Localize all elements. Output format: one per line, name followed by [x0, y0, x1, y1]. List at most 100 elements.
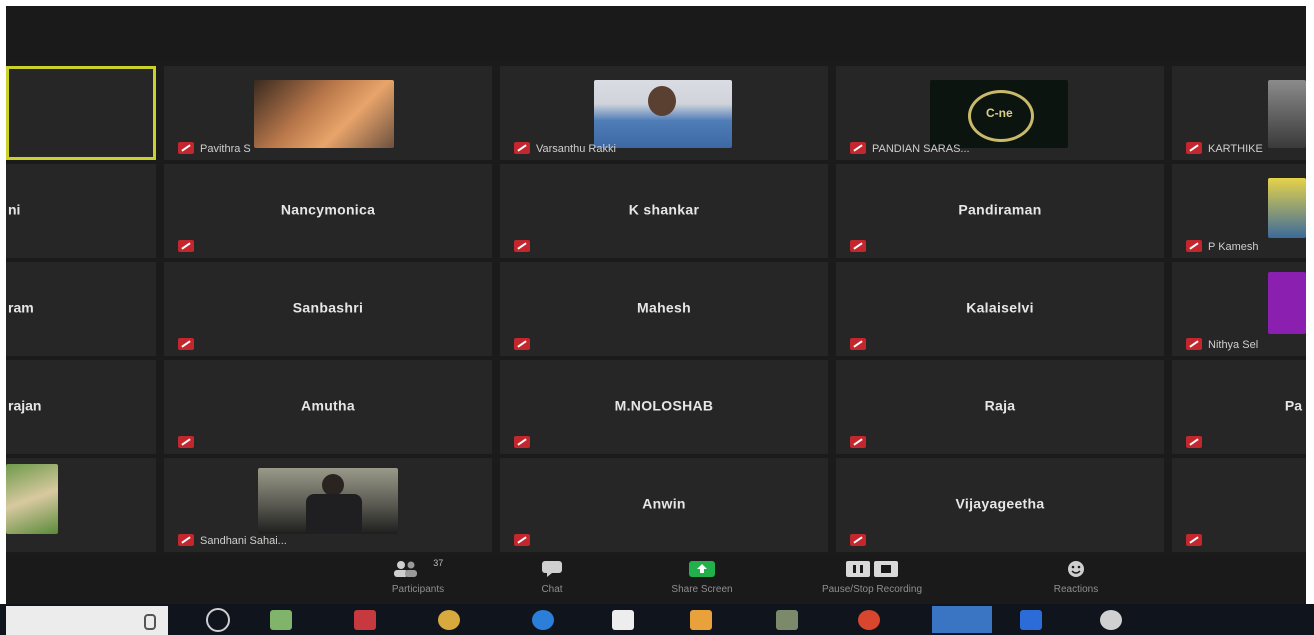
participant-tile[interactable] [1172, 458, 1306, 552]
participant-tile[interactable]: rajan [6, 360, 156, 454]
participant-video [6, 464, 58, 534]
muted-mic-icon [514, 240, 530, 252]
participant-name: K shankar [628, 201, 700, 218]
participant-tile[interactable]: Pandiraman [836, 164, 1164, 258]
participant-name: P Kamesh [1208, 241, 1259, 253]
share-screen-icon [642, 560, 762, 578]
participant-tile[interactable] [6, 458, 156, 552]
edge-icon[interactable] [532, 610, 554, 630]
app-icon[interactable] [354, 610, 376, 630]
app-icon[interactable] [1100, 610, 1122, 630]
meeting-controls-toolbar: 37 Participants Chat Share Screen Pause/… [6, 554, 1306, 604]
participant-name: Nithya Sel [1208, 339, 1259, 351]
participants-count: 37 [433, 558, 444, 568]
participant-name: Kalaiselvi [966, 299, 1034, 316]
share-screen-button[interactable]: Share Screen [642, 560, 762, 595]
participant-name: Nancymonica [280, 201, 376, 218]
participant-name: Pa [1284, 397, 1302, 414]
participant-video [594, 80, 732, 148]
participant-tile[interactable]: C-ne PANDIAN SARAS... [836, 66, 1164, 160]
zoom-taskbar-icon[interactable] [932, 606, 992, 633]
muted-mic-icon [1186, 142, 1202, 154]
participant-tile[interactable]: ram [6, 262, 156, 356]
participant-tile[interactable]: Kalaiselvi [836, 262, 1164, 356]
reactions-icon [1016, 560, 1136, 578]
participant-tile[interactable]: Varsanthu Rakki [500, 66, 828, 160]
muted-mic-icon [850, 436, 866, 448]
participant-tile[interactable]: Amutha [164, 360, 492, 454]
file-icon[interactable] [612, 610, 634, 630]
cortana-icon[interactable] [206, 608, 230, 632]
pause-stop-recording-button[interactable]: Pause/Stop Recording [792, 560, 952, 595]
muted-mic-icon [514, 534, 530, 546]
participant-name: ni [8, 201, 21, 218]
participant-tile[interactable]: Nancymonica [164, 164, 492, 258]
participant-video [1268, 272, 1306, 334]
participant-tile[interactable]: Mahesh [500, 262, 828, 356]
muted-mic-icon [1186, 534, 1202, 546]
participant-tile[interactable]: Pavithra S [164, 66, 492, 160]
participant-tile[interactable]: Sandhani Sahai... [164, 458, 492, 552]
participant-video [1268, 178, 1306, 238]
chat-label: Chat [541, 584, 563, 595]
reactions-button[interactable]: Reactions [1016, 560, 1136, 595]
participant-tile[interactable]: Raja [836, 360, 1164, 454]
muted-mic-icon [850, 338, 866, 350]
participant-tile[interactable]: P Kamesh [1172, 164, 1306, 258]
muted-mic-icon [850, 240, 866, 252]
muted-mic-icon [850, 534, 866, 546]
participant-logo-image: C-ne [930, 80, 1068, 148]
muted-mic-icon [178, 534, 194, 546]
media-icon[interactable] [858, 610, 880, 630]
participant-name: Mahesh [637, 299, 691, 316]
zoom-meeting-window: Pavithra S Varsanthu Rakki C-ne PANDIAN … [6, 6, 1306, 604]
participants-label: Participants [391, 584, 445, 595]
muted-mic-icon [1186, 436, 1202, 448]
muted-mic-icon [514, 338, 530, 350]
participant-tile-active-speaker[interactable] [6, 66, 156, 160]
participant-name: Pandiraman [958, 201, 1042, 218]
participant-tile[interactable]: M.NOLOSHAB [500, 360, 828, 454]
muted-mic-icon [1186, 240, 1202, 252]
share-screen-label: Share Screen [671, 584, 733, 595]
participant-name: KARTHIKE [1208, 143, 1263, 155]
chat-icon [492, 560, 612, 578]
muted-mic-icon [1186, 338, 1202, 350]
chat-button[interactable]: Chat [492, 560, 612, 595]
windows-taskbar [0, 604, 1314, 635]
participant-name: Varsanthu Rakki [536, 143, 616, 155]
participants-icon: 37 [358, 558, 478, 578]
participant-name: PANDIAN SARAS... [872, 143, 970, 155]
task-view-icon[interactable] [270, 610, 292, 630]
muted-mic-icon [178, 338, 194, 350]
participant-name: Sanbashri [292, 299, 364, 316]
muted-mic-icon [178, 436, 194, 448]
participant-tile[interactable]: K shankar [500, 164, 828, 258]
meeting-top-bar [6, 6, 1306, 62]
participant-tile[interactable]: Pa [1172, 360, 1306, 454]
participant-tile[interactable]: Vijayageetha [836, 458, 1164, 552]
muted-mic-icon [514, 142, 530, 154]
participant-name: Vijayageetha [955, 495, 1045, 512]
participant-tile[interactable]: ni [6, 164, 156, 258]
muted-mic-icon [178, 142, 194, 154]
pause-stop-recording-icon [792, 560, 952, 578]
chrome-icon[interactable] [438, 610, 460, 630]
participant-name: Sandhani Sahai... [200, 535, 287, 547]
file-explorer-icon[interactable] [690, 610, 712, 630]
participant-tile[interactable]: Sanbashri [164, 262, 492, 356]
participant-tile[interactable]: Nithya Sel [1172, 262, 1306, 356]
participant-name: Pavithra S [200, 143, 251, 155]
microphone-icon [144, 614, 156, 630]
muted-mic-icon [514, 436, 530, 448]
participant-tile[interactable]: Anwin [500, 458, 828, 552]
taskbar-search-box[interactable] [6, 606, 168, 635]
zoom-secondary-icon[interactable] [1020, 610, 1042, 630]
muted-mic-icon [850, 142, 866, 154]
photos-icon[interactable] [776, 610, 798, 630]
muted-mic-icon [178, 240, 194, 252]
reactions-label: Reactions [1053, 584, 1099, 595]
participants-button[interactable]: 37 Participants [358, 558, 478, 595]
participant-tile[interactable]: KARTHIKE [1172, 66, 1306, 160]
pause-stop-recording-label: Pause/Stop Recording [821, 584, 923, 595]
